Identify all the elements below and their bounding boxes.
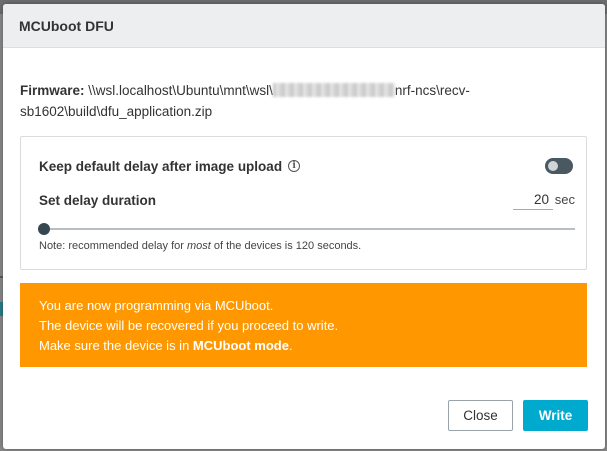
warning-mcuboot-mode: MCUboot mode (192, 338, 289, 353)
warning-line-1: You are now programming via MCUboot. (39, 298, 274, 313)
toggle-knob (548, 161, 558, 171)
firmware-label: Firmware: (20, 83, 85, 98)
slider-handle[interactable] (38, 223, 50, 235)
firmware-path-start: \\wsl.localhost\Ubuntu\mnt\wsl\ (88, 83, 273, 98)
delay-unit: sec (554, 192, 575, 207)
keep-delay-toggle[interactable] (545, 158, 573, 174)
slider-track[interactable] (39, 228, 575, 230)
delay-note: Note: recommended delay for most of the … (39, 240, 361, 252)
firmware-path: Firmware: \\wsl.localhost\Ubuntu\mnt\wsl… (20, 80, 540, 122)
keep-delay-row: Keep default delay after image upload i (39, 156, 575, 176)
dialog-header: MCUboot DFU (3, 4, 605, 48)
delay-duration-input[interactable] (513, 190, 553, 210)
warning-line-3: Make sure the device is in MCUboot mode. (39, 336, 568, 356)
set-delay-row: Set delay duration sec (39, 190, 575, 212)
dialog-title: MCUboot DFU (19, 17, 114, 34)
note-suffix: of the devices is 120 seconds. (210, 240, 362, 252)
close-button[interactable]: Close (448, 400, 513, 431)
info-circle-icon[interactable]: i (288, 160, 301, 172)
mcuboot-dfu-dialog: MCUboot DFU Firmware: \\wsl.localhost\Ub… (3, 4, 605, 449)
note-prefix: Note: recommended delay for (39, 240, 187, 252)
warning-line-3-prefix: Make sure the device is in (39, 338, 193, 353)
delay-slider[interactable] (38, 222, 575, 236)
mcuboot-warning-banner: You are now programming via MCUboot. The… (20, 283, 587, 367)
set-delay-label: Set delay duration (39, 193, 157, 208)
warning-line-3-suffix: . (288, 338, 293, 353)
redacted-username (272, 83, 395, 97)
write-button[interactable]: Write (523, 400, 588, 431)
keep-delay-label: Keep default delay after image upload (39, 158, 283, 174)
delay-settings-panel: Keep default delay after image upload i … (20, 136, 587, 270)
warning-line-2: The device will be recovered if you proc… (39, 318, 339, 333)
note-emphasis: most (186, 240, 211, 252)
